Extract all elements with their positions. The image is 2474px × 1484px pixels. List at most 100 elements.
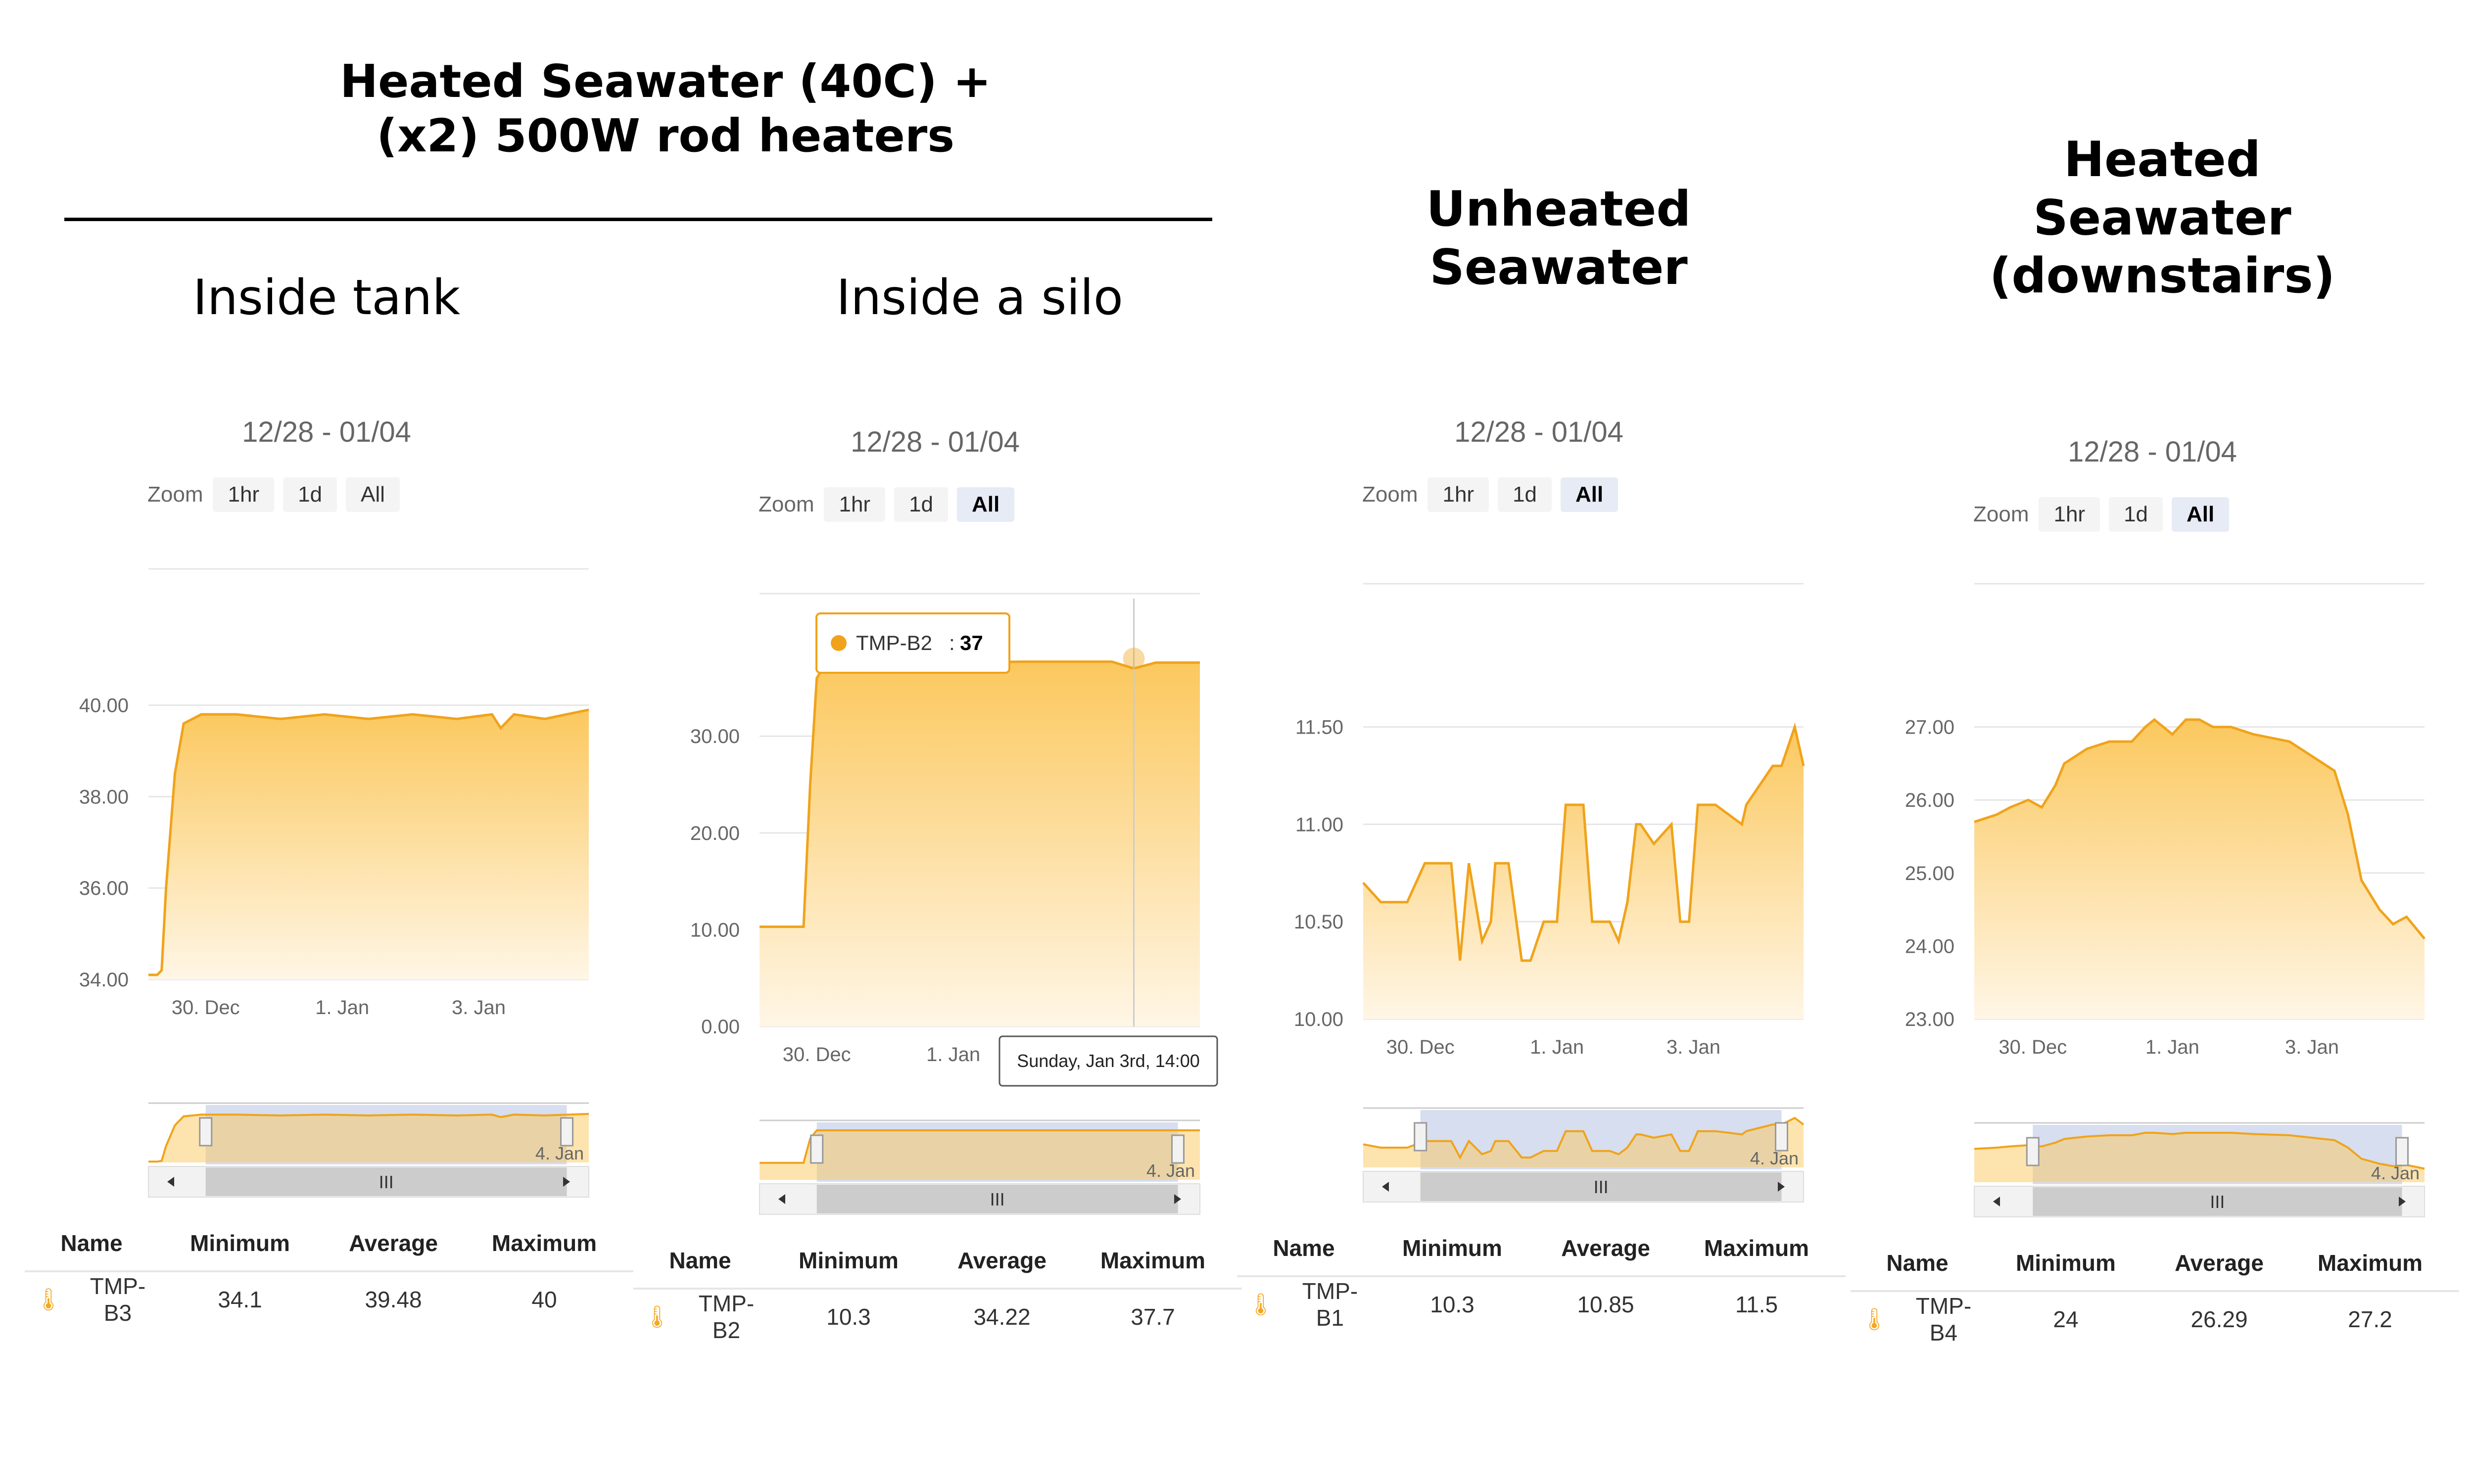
x-tick-label: 1. Jan <box>315 997 369 1019</box>
chart-panel-4: 12/28 - 01/04 Zoom 1hr 1d All 27.00 26.00 25.00… <box>1851 435 2459 1405</box>
y-tick-label: 10.50 <box>1294 911 1343 933</box>
x-tick-label: 1. Jan <box>926 1044 980 1066</box>
stat-avg: 34.22 <box>973 1304 1031 1330</box>
sensor-name: TMP-B2 <box>698 1291 755 1343</box>
y-tick-label: 10.00 <box>690 919 740 941</box>
col4-headline-line2: Seawater <box>2033 189 2291 246</box>
group-divider <box>64 218 1212 221</box>
x-tick-label: 3. Jan <box>1666 1036 1720 1058</box>
stats-header-cell: Maximum <box>1100 1248 1206 1273</box>
stat-avg: 26.29 <box>2190 1306 2248 1332</box>
navigator-left-handle[interactable] <box>810 1134 824 1164</box>
series-area <box>148 709 589 979</box>
x-tick-label: 30. Dec <box>1998 1036 2067 1058</box>
stats-header-cell: Maximum <box>2317 1250 2423 1276</box>
y-tick-label: 36.00 <box>79 878 129 899</box>
chart-panel-3: 12/28 - 01/04 Zoom 1hr 1d All 11.50 11.00 10.50… <box>1237 416 1846 1385</box>
y-tick-label: 11.50 <box>1295 717 1343 739</box>
chart-svg: 30.0020.0010.000.0030. Dec1. Jan3. JanTM… <box>690 593 1218 1215</box>
x-tick-label: 3. Jan <box>452 997 506 1019</box>
chart-svg: 40.00 38.00 36.00 34.00 30. Dec 1. Jan 3. Jan 4… <box>79 568 589 1198</box>
chart-svg: 27.00 26.00 25.00 24.00 23.00 30. Dec 1. Jan 3.… <box>1905 583 2426 1217</box>
stats-table: Name Minimum Average Maximum 🌡 TMP-B2 10.3 34.2… <box>633 1233 1242 1344</box>
stat-max: 37.7 <box>1131 1304 1175 1330</box>
y-tick-label: 25.00 <box>1905 863 1954 884</box>
stats-header-cell: Average <box>1561 1235 1650 1261</box>
stat-min: 10.3 <box>826 1304 871 1330</box>
col3-headline: Unheated Seawater <box>1311 181 1806 297</box>
date-tooltip-text: Sunday, Jan 3rd, 14:00 <box>1017 1051 1200 1071</box>
y-tick-label: 30.00 <box>690 726 740 747</box>
sensor-name: TMP-B4 <box>1915 1293 1972 1345</box>
y-tick-label: 0.00 <box>701 1016 740 1038</box>
thermometer-icon: 🌡 <box>1247 1293 1275 1317</box>
y-tick-label: 38.00 <box>79 786 129 808</box>
col4-headline: Heated Seawater (downstairs) <box>1915 131 2410 306</box>
y-tick-label: 23.00 <box>1905 1009 1954 1030</box>
stats-header-cell: Maximum <box>491 1230 597 1256</box>
chart-svg: 11.50 11.00 10.50 10.00 30. Dec 1. Jan 3. Jan 4… <box>1294 583 1805 1203</box>
stats-header-cell: Minimum <box>190 1230 290 1256</box>
stats-row: 🌡 TMP-B3 34.1 39.48 40 <box>25 1272 633 1327</box>
navigator-right-handle[interactable] <box>1775 1122 1788 1152</box>
navigator-left-handle[interactable] <box>1414 1122 1427 1152</box>
stat-max: 27.2 <box>2348 1306 2392 1332</box>
stats-table: Name Minimum Average Maximum 🌡 TMP-B1 10.3 10.8… <box>1237 1221 1846 1332</box>
thermometer-icon: 🌡 <box>35 1288 62 1312</box>
stats-table: Name Minimum Average Maximum 🌡 TMP-B4 24 26.29 2… <box>1851 1236 2459 1346</box>
subhead-inside-tank: Inside tank <box>192 270 461 326</box>
chart-panel-1: 12/28 - 01/04 Zoom 1hr 1d All 40.00 38.00 36.00… <box>25 416 633 1385</box>
subhead-inside-silo: Inside a silo <box>836 270 1123 326</box>
x-tick-label: 1. Jan <box>1530 1036 1584 1058</box>
navigator-right-handle[interactable] <box>560 1117 573 1147</box>
series-area <box>1974 719 2425 1019</box>
tooltip-series-dot <box>831 635 847 651</box>
scrollbar-grip-icon: III <box>1594 1177 1609 1197</box>
stats-row: 🌡 TMP-B1 10.3 10.85 11.5 <box>1237 1277 1846 1332</box>
stats-header-row: Name Minimum Average Maximum <box>1851 1236 2459 1292</box>
scrollbar-grip-icon: III <box>990 1189 1005 1209</box>
stats-header-cell: Name <box>669 1248 731 1273</box>
y-tick-label: 40.00 <box>79 695 129 717</box>
col4-headline-line1: Heated <box>2063 132 2261 188</box>
col3-headline-line1: Unheated <box>1426 181 1691 237</box>
sensor-name: TMP-B1 <box>1302 1278 1358 1331</box>
y-tick-label: 20.00 <box>690 823 740 844</box>
col4-headline-line3: (downstairs) <box>1989 248 2335 305</box>
thermometer-icon: 🌡 <box>1860 1307 1888 1332</box>
group-headline-line1: Heated Seawater (40C) + <box>339 55 992 108</box>
stats-header-cell: Maximum <box>1704 1235 1809 1261</box>
stats-header-cell: Minimum <box>1402 1235 1502 1261</box>
stats-header-cell: Average <box>2175 1250 2264 1276</box>
navigator-left-handle[interactable] <box>2026 1137 2040 1166</box>
navigator-label: 4. Jan <box>535 1143 584 1163</box>
stats-header-row: Name Minimum Average Maximum <box>633 1233 1242 1290</box>
y-tick-label: 24.00 <box>1905 935 1954 957</box>
stats-row: 🌡 TMP-B2 10.3 34.22 37.7 <box>633 1290 1242 1344</box>
navigator-area <box>760 1130 1200 1180</box>
y-tick-label: 11.00 <box>1295 814 1343 835</box>
stat-avg: 39.48 <box>365 1287 422 1312</box>
navigator-label: 4. Jan <box>1146 1160 1195 1181</box>
stats-row: 🌡 TMP-B4 24 26.29 27.2 <box>1851 1292 2459 1346</box>
sensor-name: TMP-B3 <box>90 1273 146 1326</box>
navigator-left-handle[interactable] <box>199 1117 213 1147</box>
tooltip-colon: : <box>949 631 955 654</box>
y-tick-label: 34.00 <box>79 969 129 991</box>
series-area <box>1363 727 1804 1019</box>
stat-avg: 10.85 <box>1577 1292 1634 1317</box>
y-tick-label: 26.00 <box>1905 789 1954 811</box>
stats-header-cell: Minimum <box>2016 1250 2116 1276</box>
navigator-area <box>148 1113 589 1162</box>
tooltip-series-name: TMP-B2 <box>856 631 932 654</box>
navigator-label: 4. Jan <box>2371 1163 2420 1183</box>
stats-header-cell: Minimum <box>799 1248 899 1273</box>
stat-min: 24 <box>2053 1306 2079 1332</box>
stats-header-cell: Name <box>1886 1250 1949 1276</box>
navigator-right-handle[interactable] <box>2395 1137 2409 1166</box>
x-tick-label: 30. Dec <box>783 1044 851 1066</box>
navigator-right-handle[interactable] <box>1171 1134 1185 1164</box>
stats-header-cell: Average <box>349 1230 438 1256</box>
stats-header-row: Name Minimum Average Maximum <box>25 1216 633 1272</box>
scrollbar-grip-icon: III <box>379 1172 394 1192</box>
